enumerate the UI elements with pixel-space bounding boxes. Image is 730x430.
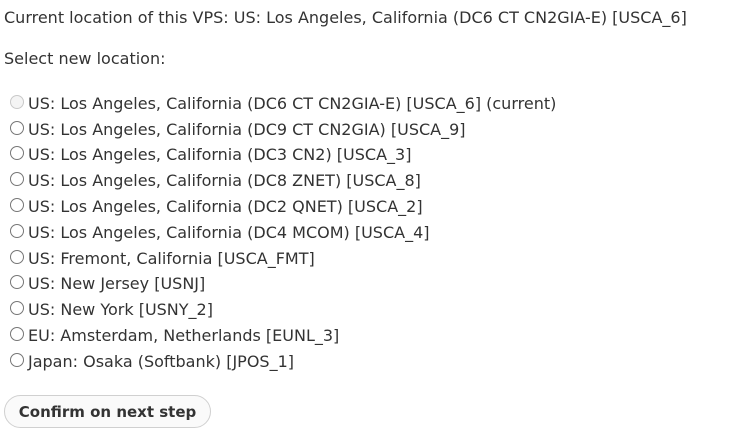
location-option[interactable]: US: New York [USNY_2] — [10, 297, 556, 323]
confirm-next-step-button[interactable]: Confirm on next step — [4, 395, 211, 428]
location-label[interactable]: US: New York [USNY_2] — [28, 300, 213, 320]
location-radio[interactable] — [10, 172, 24, 187]
location-label[interactable]: US: Los Angeles, California (DC9 CT CN2G… — [28, 120, 466, 140]
location-radio[interactable] — [10, 146, 24, 161]
location-label[interactable]: US: Fremont, California [USCA_FMT] — [28, 249, 315, 269]
location-radio[interactable] — [10, 120, 24, 135]
location-option: US: Los Angeles, California (DC6 CT CN2G… — [10, 91, 556, 117]
location-label[interactable]: US: Los Angeles, California (DC2 QNET) [… — [28, 197, 423, 217]
location-radio[interactable] — [10, 352, 24, 367]
location-radio[interactable] — [10, 223, 24, 238]
location-radio — [10, 94, 24, 109]
location-option[interactable]: US: Los Angeles, California (DC4 MCOM) [… — [10, 220, 556, 246]
location-option[interactable]: EU: Amsterdam, Netherlands [EUNL_3] — [10, 323, 556, 349]
location-option[interactable]: US: Los Angeles, California (DC2 QNET) [… — [10, 194, 556, 220]
location-label[interactable]: EU: Amsterdam, Netherlands [EUNL_3] — [28, 326, 339, 346]
current-location-text: Current location of this VPS: US: Los An… — [4, 8, 687, 27]
location-option[interactable]: Japan: Osaka (Softbank) [JPOS_1] — [10, 349, 556, 375]
location-options-list: US: Los Angeles, California (DC6 CT CN2G… — [10, 91, 556, 375]
location-label[interactable]: US: Los Angeles, California (DC4 MCOM) [… — [28, 223, 429, 243]
select-location-label: Select new location: — [4, 49, 166, 68]
location-option[interactable]: US: Los Angeles, California (DC9 CT CN2G… — [10, 117, 556, 143]
location-radio[interactable] — [10, 198, 24, 213]
location-option[interactable]: US: Los Angeles, California (DC8 ZNET) [… — [10, 168, 556, 194]
location-label[interactable]: US: Los Angeles, California (DC8 ZNET) [… — [28, 171, 421, 191]
location-radio[interactable] — [10, 301, 24, 316]
location-option[interactable]: US: Los Angeles, California (DC3 CN2) [U… — [10, 143, 556, 169]
location-label[interactable]: US: New Jersey [USNJ] — [28, 274, 205, 294]
location-label: US: Los Angeles, California (DC6 CT CN2G… — [28, 93, 557, 113]
location-radio[interactable] — [10, 275, 24, 290]
location-label[interactable]: Japan: Osaka (Softbank) [JPOS_1] — [28, 352, 294, 372]
location-radio[interactable] — [10, 327, 24, 342]
location-label[interactable]: US: Los Angeles, California (DC3 CN2) [U… — [28, 145, 411, 165]
location-option[interactable]: US: New Jersey [USNJ] — [10, 272, 556, 298]
location-option[interactable]: US: Fremont, California [USCA_FMT] — [10, 246, 556, 272]
location-radio[interactable] — [10, 249, 24, 264]
